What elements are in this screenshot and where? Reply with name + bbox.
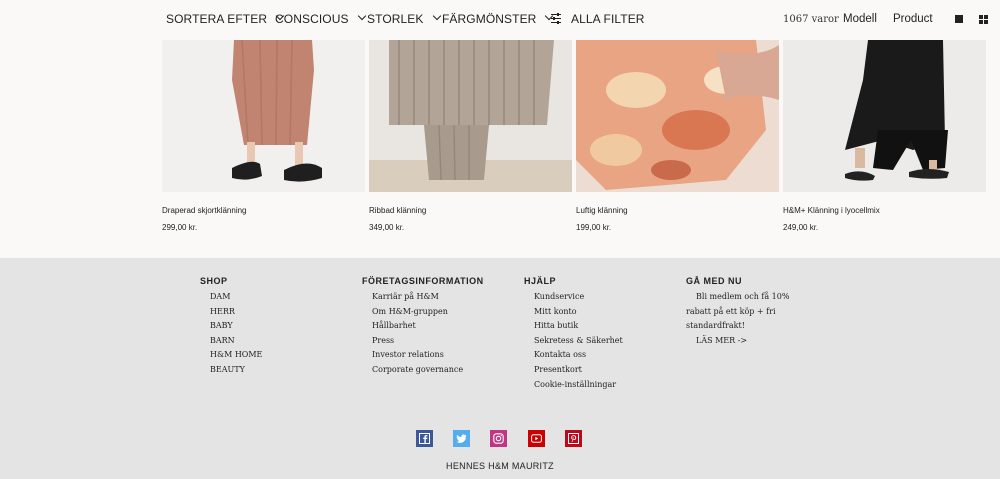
footer-join-column: GÅ MED NU Bli medlem och få 10% rabatt p… [686, 276, 796, 348]
grid-view-icon[interactable] [979, 15, 988, 24]
footer-link[interactable]: Investor relations [372, 348, 484, 363]
footer-link[interactable]: BEAUTY [210, 363, 262, 378]
product-image[interactable] [783, 40, 986, 192]
sort-label: SORTERA EFTER [166, 12, 268, 26]
product-image[interactable] [369, 40, 572, 192]
footer-company-column: FÖRETAGSINFORMATION Karriär på H&M Om H&… [362, 276, 484, 378]
footer-link[interactable]: Press [372, 334, 484, 349]
color-label: FÄRGMÖNSTER [442, 12, 537, 26]
product-name[interactable]: Ribbad klänning [369, 206, 426, 215]
product-view-toggle[interactable]: Product [893, 13, 933, 25]
single-view-icon[interactable] [955, 15, 963, 23]
footer-link[interactable]: Kontakta oss [534, 348, 623, 363]
product-card[interactable]: Luftig klänning 199,00 kr. [576, 40, 779, 232]
youtube-icon[interactable] [528, 430, 545, 447]
product-price: 349,00 kr. [369, 223, 405, 232]
product-image[interactable] [576, 40, 779, 192]
filter-bar: SORTERA EFTER CONSCIOUS STORLEK FÄRGMÖNS… [0, 0, 1000, 40]
product-image[interactable] [162, 40, 365, 192]
read-more-link[interactable]: LÄS MER -> [696, 334, 796, 349]
footer-help-column: HJÄLP Kundservice Mitt konto Hitta butik… [524, 276, 623, 392]
footer-heading: FÖRETAGSINFORMATION [362, 276, 484, 286]
item-count: 1067 varor [783, 14, 839, 25]
footer-link[interactable]: DAM [210, 290, 262, 305]
product-name[interactable]: Luftig klänning [576, 206, 628, 215]
brand-name: HENNES H&M MAURITZ [446, 461, 554, 471]
footer-link[interactable]: Sekretess & Säkerhet [534, 334, 623, 349]
site-footer: SHOP DAM HERR BABY BARN H&M HOME BEAUTY … [0, 258, 1000, 479]
all-filters-button[interactable]: ALLA FILTER [551, 12, 645, 26]
all-filters-label: ALLA FILTER [571, 12, 645, 26]
model-view-toggle[interactable]: Modell [843, 13, 877, 25]
sort-dropdown[interactable]: SORTERA EFTER [166, 11, 285, 26]
footer-link[interactable]: HERR [210, 305, 262, 320]
footer-link[interactable]: H&M HOME [210, 348, 262, 363]
product-price: 199,00 kr. [576, 223, 612, 232]
product-name[interactable]: H&M+ Klänning i lyocellmix [783, 206, 880, 215]
footer-link[interactable]: Mitt konto [534, 305, 623, 320]
footer-link[interactable]: Om H&M-gruppen [372, 305, 484, 320]
footer-heading: SHOP [200, 276, 228, 286]
footer-link[interactable]: BARN [210, 334, 262, 349]
footer-link[interactable]: Corporate governance [372, 363, 484, 378]
color-dropdown[interactable]: FÄRGMÖNSTER [442, 11, 554, 26]
product-card[interactable]: H&M+ Klänning i lyocellmix 249,00 kr. [783, 40, 986, 232]
product-card[interactable]: Draperad skjortklänning 299,00 kr. [162, 40, 365, 232]
size-label: STORLEK [367, 12, 424, 26]
footer-link[interactable]: BABY [210, 319, 262, 334]
footer-heading: HJÄLP [524, 276, 557, 286]
membership-promo-text: Bli medlem och få 10% rabatt på ett köp … [686, 292, 790, 331]
footer-link[interactable]: Hållbarhet [372, 319, 484, 334]
filter-sliders-icon [551, 12, 561, 24]
product-price: 249,00 kr. [783, 223, 819, 232]
footer-shop-column: SHOP DAM HERR BABY BARN H&M HOME BEAUTY [200, 276, 262, 378]
conscious-label: CONSCIOUS [275, 12, 349, 26]
footer-link[interactable]: Cookie-inställningar [534, 378, 623, 393]
facebook-icon[interactable] [416, 430, 433, 447]
footer-link[interactable]: Presentkort [534, 363, 623, 378]
footer-link[interactable]: Karriär på H&M [372, 290, 484, 305]
footer-link[interactable]: Kundservice [534, 290, 623, 305]
chevron-down-icon [432, 11, 441, 21]
chevron-down-icon [357, 11, 366, 21]
product-name[interactable]: Draperad skjortklänning [162, 206, 247, 215]
pinterest-icon[interactable] [565, 430, 582, 447]
instagram-icon[interactable] [490, 430, 507, 447]
twitter-icon[interactable] [453, 430, 470, 447]
footer-heading: GÅ MED NU [686, 276, 742, 286]
size-dropdown[interactable]: STORLEK [367, 11, 441, 26]
conscious-dropdown[interactable]: CONSCIOUS [275, 11, 366, 26]
product-card[interactable]: Ribbad klänning 349,00 kr. [369, 40, 572, 232]
footer-link[interactable]: Hitta butik [534, 319, 623, 334]
product-price: 299,00 kr. [162, 223, 198, 232]
